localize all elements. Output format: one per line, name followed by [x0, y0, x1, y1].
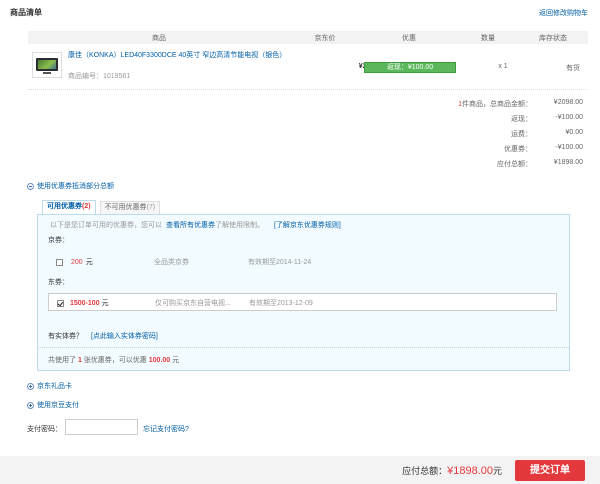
usage-amount: 100.00	[148, 357, 171, 364]
tab-available-label: 可用优惠券	[47, 203, 82, 210]
submit-order-button[interactable]: 提交订单	[515, 460, 585, 481]
collapse-icon	[27, 182, 34, 190]
summary-count-label: 1件商品，总商品金额：	[420, 99, 532, 109]
expand-icon	[27, 401, 34, 409]
summary-label-total: 应付总额：	[497, 161, 532, 168]
total-amount: ¥1898.00	[447, 465, 493, 477]
gift-card-label: 京东礼品卡	[37, 383, 72, 390]
jing-coupon-row[interactable]: 200 元 全品类京券 有效期至2014-11-24	[56, 257, 536, 267]
hint-tail: 了解使用限制。	[215, 222, 264, 229]
header-product: 商品	[152, 34, 166, 42]
checkout-bar: 应付总额：¥1898.00元 提交订单	[0, 456, 600, 484]
header-stock: 库存状态	[539, 34, 567, 42]
total-unit: 元	[492, 466, 502, 476]
dong-coupon-checkbox[interactable]	[57, 299, 64, 307]
page-title: 商品清单	[10, 8, 42, 17]
coupon-rules-link[interactable]: [了解京东优惠券规则]	[274, 222, 341, 229]
header-promo: 优惠	[402, 34, 416, 42]
coupon-toggle[interactable]: 使用优惠券抵消部分总额	[27, 181, 114, 191]
gift-card-toggle[interactable]: 京东礼品卡	[27, 381, 72, 391]
dong-coupon-group-label: 东券：	[48, 279, 69, 286]
summary-coupon: -¥100.00	[555, 144, 583, 151]
stock-status: 有货	[566, 65, 580, 72]
jing-coupon-scope: 全品类京券	[154, 259, 189, 266]
total-payable: 应付总额：¥1898.00元	[402, 464, 502, 477]
coupon-tabs: 可用优惠券(2) 不可用优惠券(7)	[42, 200, 161, 214]
tv-image-icon	[36, 58, 58, 71]
product-code: 商品编号：1019561	[68, 73, 131, 80]
summary-subtotal: ¥2098.00	[553, 99, 583, 106]
product-thumbnail[interactable]	[32, 52, 62, 78]
dong-coupon-unit: 元	[101, 300, 109, 307]
header-price: 京东价	[314, 34, 336, 42]
summary-total: ¥1898.00	[553, 159, 583, 166]
tab-unavailable-count: (7)	[146, 204, 156, 211]
entity-coupon-label: 有实体券？	[48, 333, 83, 340]
dong-coupon-validity: 有效期至2013-12-09	[249, 300, 313, 307]
summary-label-coupon: 优惠券：	[504, 146, 532, 153]
summary-label-cashback: 返现：	[511, 116, 532, 123]
jing-coupon-validity: 有效期至2014-11-24	[248, 259, 312, 266]
dong-coupon-scope: 仅可购买京东自营电视...	[155, 300, 231, 307]
product-row: 康佳（KONKA）LED40F3300DCE 40英寸 窄边高清节能电视（银色）…	[28, 46, 588, 90]
usage-pre: 共使用了	[48, 357, 76, 364]
jing-coupon-unit: 元	[85, 259, 93, 266]
entity-coupon-line: 有实体券？ [点此输入实体券密码]	[48, 331, 158, 341]
forgot-password-link[interactable]: 忘记支付密码?	[143, 424, 189, 434]
summary-label-shipping: 运费：	[511, 131, 532, 138]
coupon-panel: 以下是您订单可用的优惠券，您可以 查看所有优惠券了解使用限制。 [了解京东优惠券规…	[37, 214, 570, 371]
dong-coupon-amount: 1500-100	[70, 299, 100, 307]
usage-count: 1	[77, 357, 82, 364]
product-name-link[interactable]: 康佳（KONKA）LED40F3300DCE 40英寸 窄边高清节能电视（银色）	[68, 51, 288, 60]
product-qty: x 1	[498, 63, 508, 70]
promo-badge: 返现：¥100.00	[364, 62, 456, 73]
payment-password-input[interactable]	[65, 419, 138, 435]
jing-coupon-amount: 200	[71, 258, 83, 266]
view-all-coupons-link[interactable]: 查看所有优惠券	[166, 222, 215, 229]
tab-available-coupons[interactable]: 可用优惠券(2)	[42, 200, 96, 214]
summary-shipping: ¥0.00	[565, 129, 583, 136]
coupon-hint: 以下是您订单可用的优惠券，您可以 查看所有优惠券了解使用限制。 [了解京东优惠券规…	[50, 220, 341, 230]
total-label: 应付总额：	[402, 466, 448, 476]
coupon-usage-summary: 共使用了 1 张优惠券，可以优惠 100.00 元	[48, 355, 179, 365]
jing-coupon-group-label: 京券：	[48, 237, 69, 244]
back-to-cart-link[interactable]: 返回修改购物车	[539, 8, 588, 18]
jing-bean-toggle[interactable]: 使用京豆支付	[27, 400, 79, 410]
expand-icon	[27, 382, 34, 390]
header-qty: 数量	[481, 34, 495, 42]
table-header: 商品 京东价 优惠 数量 库存状态	[28, 31, 588, 44]
coupon-panel-footer: 共使用了 1 张优惠券，可以优惠 100.00 元	[38, 347, 569, 370]
tab-unavailable-label: 不可用优惠券	[104, 204, 147, 211]
summary-cashback: -¥100.00	[555, 114, 583, 121]
usage-unit: 元	[172, 357, 180, 364]
tab-available-count: (2)	[82, 203, 91, 210]
entity-coupon-link[interactable]: [点此输入实体券密码]	[91, 333, 158, 340]
tab-unavailable-coupons[interactable]: 不可用优惠券(7)	[99, 201, 161, 214]
jing-coupon-checkbox[interactable]	[56, 258, 63, 266]
payment-password-label: 支付密码：	[27, 426, 62, 433]
dong-coupon-line: 1500-100 元 仅可购买京东自营电视... 有效期至2013-12-09	[57, 298, 547, 308]
item-count-label: 件商品，总商品金额：	[462, 101, 532, 108]
tv-stand	[43, 72, 51, 74]
coupon-toggle-label: 使用优惠券抵消部分总额	[37, 183, 114, 190]
usage-mid: 张优惠券，可以优惠	[83, 357, 147, 364]
hint-text: 以下是您订单可用的优惠券，您可以	[50, 222, 162, 229]
dong-coupon-row[interactable]: 1500-100 元 仅可购买京东自营电视... 有效期至2013-12-09	[48, 293, 557, 311]
jing-bean-label: 使用京豆支付	[37, 402, 79, 409]
